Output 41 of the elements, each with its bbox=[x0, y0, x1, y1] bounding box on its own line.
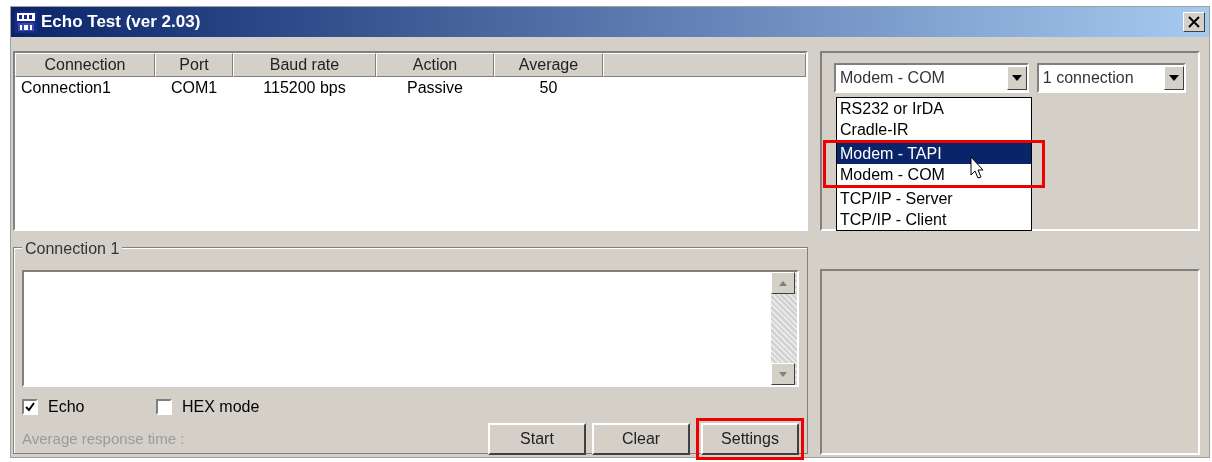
dropdown-option[interactable]: TCP/IP - Server bbox=[837, 188, 1031, 209]
connection-type-dropdown[interactable]: Modem - COM bbox=[834, 63, 1029, 93]
column-header[interactable]: Average bbox=[494, 53, 603, 77]
table-cell-text: 50 bbox=[538, 78, 559, 98]
close-icon bbox=[1188, 16, 1200, 28]
down-arrow-icon bbox=[779, 371, 787, 377]
table-cell-text: 115200 bps bbox=[262, 78, 347, 98]
dropdown-arrow-icon bbox=[1169, 75, 1179, 81]
connection-count-dropdown[interactable]: 1 connection bbox=[1036, 63, 1186, 93]
dropdown-button[interactable] bbox=[1006, 66, 1027, 90]
push-button[interactable]: Clear bbox=[592, 423, 690, 455]
table-cell-text: Passive bbox=[406, 78, 464, 98]
dropdown-button[interactable] bbox=[1164, 66, 1184, 90]
up-arrow-icon bbox=[779, 280, 787, 286]
output-text-area[interactable] bbox=[22, 270, 799, 387]
scrollbar[interactable] bbox=[771, 272, 797, 385]
column-header[interactable]: Port bbox=[155, 53, 233, 77]
column-header[interactable]: Connection bbox=[15, 53, 155, 77]
checkbox-label: HEX mode bbox=[182, 397, 260, 417]
close-button[interactable] bbox=[1183, 12, 1205, 32]
dropdown-option[interactable]: TCP/IP - Client bbox=[837, 209, 1031, 230]
app-logo-icon bbox=[15, 11, 37, 33]
scroll-down-button[interactable] bbox=[771, 363, 795, 385]
table-cell-text: Connection1 bbox=[20, 78, 112, 98]
dropdown-option[interactable]: RS232 or IrDA bbox=[837, 98, 1031, 119]
status-text: Average response time : bbox=[22, 428, 185, 449]
table-cell-text: COM1 bbox=[169, 78, 219, 98]
checkbox[interactable] bbox=[22, 399, 38, 415]
column-header[interactable]: Baud rate bbox=[233, 53, 376, 77]
dropdown-option[interactable]: Modem - TAPI bbox=[837, 143, 1031, 164]
checkbox[interactable] bbox=[156, 399, 172, 415]
push-button[interactable]: Start bbox=[488, 423, 586, 455]
window-title: Echo Test (ver 2.03) bbox=[41, 11, 201, 34]
checkbox-label: Echo bbox=[48, 397, 85, 417]
push-button[interactable]: Settings bbox=[701, 423, 799, 455]
dropdown-arrow-icon bbox=[1011, 75, 1022, 81]
scroll-up-button[interactable] bbox=[771, 272, 795, 294]
dropdown-option[interactable]: Modem - COM bbox=[837, 164, 1031, 185]
mouse-pointer-icon bbox=[970, 156, 986, 180]
column-header[interactable]: Action bbox=[376, 53, 494, 77]
dropdown-option[interactable]: Cradle-IR bbox=[837, 119, 1031, 140]
